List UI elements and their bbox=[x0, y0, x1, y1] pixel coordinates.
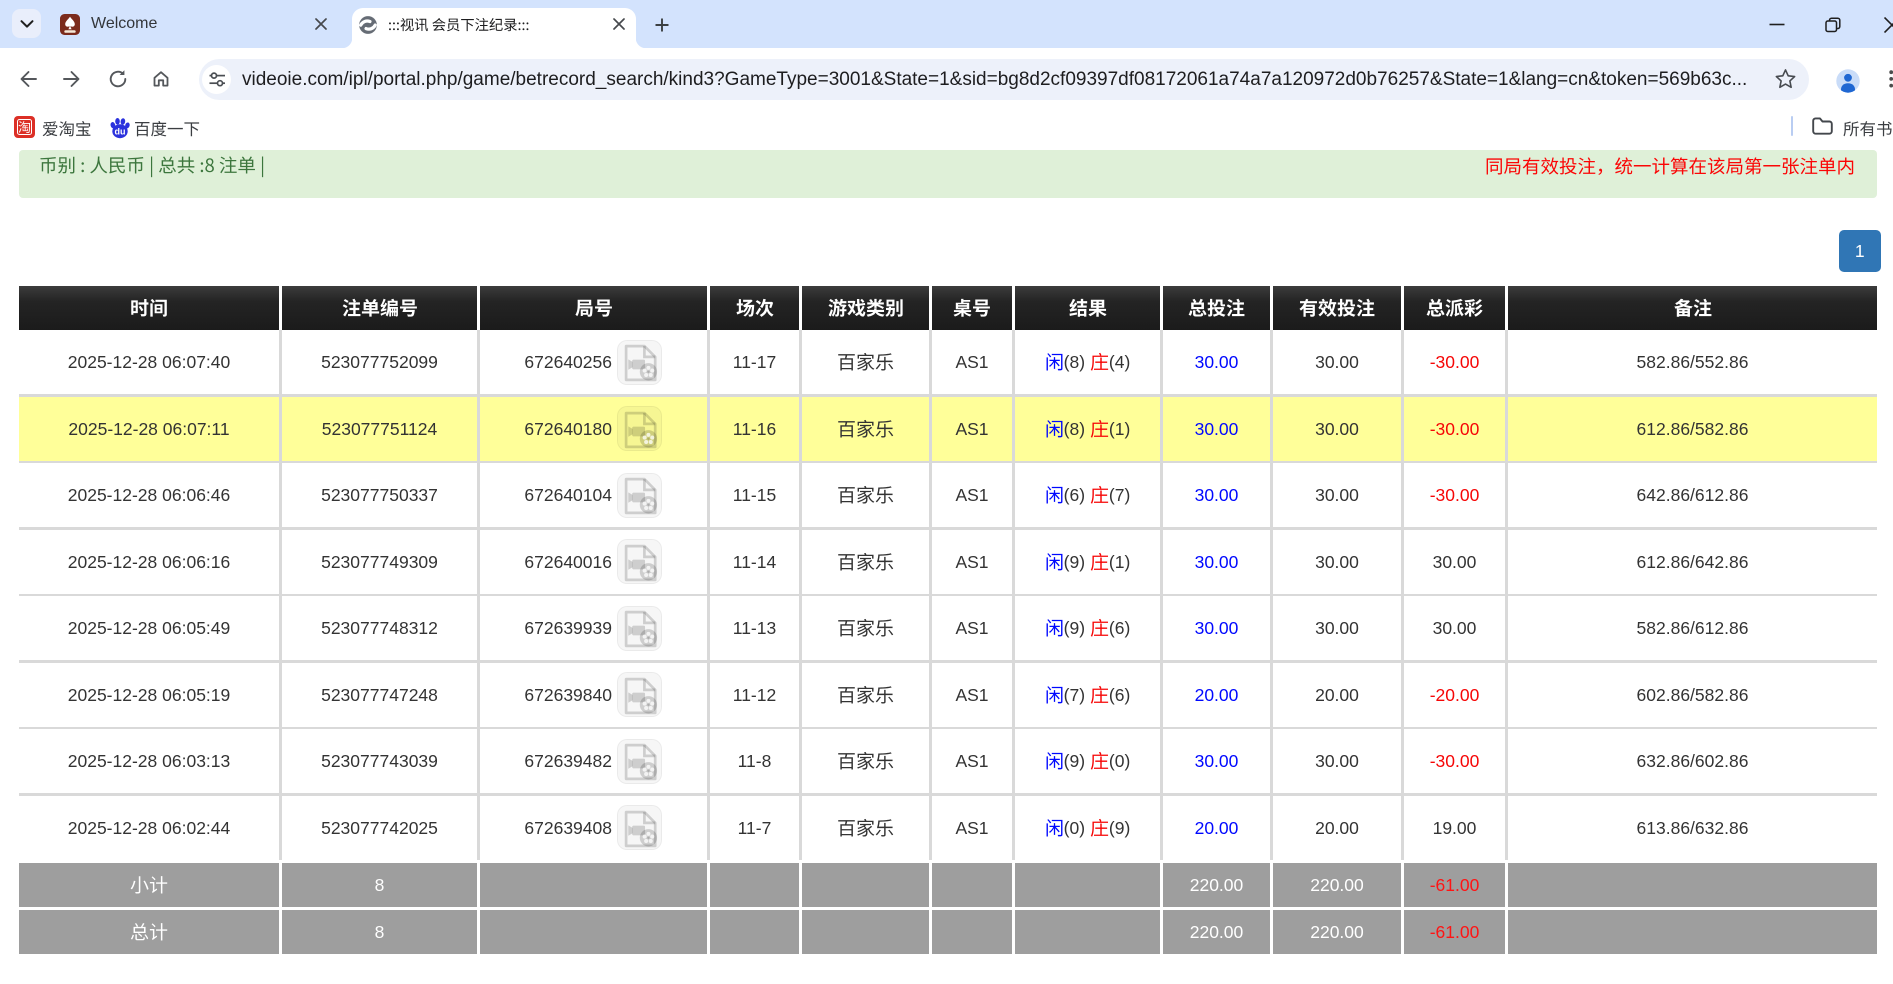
svg-text:du: du bbox=[115, 126, 126, 136]
